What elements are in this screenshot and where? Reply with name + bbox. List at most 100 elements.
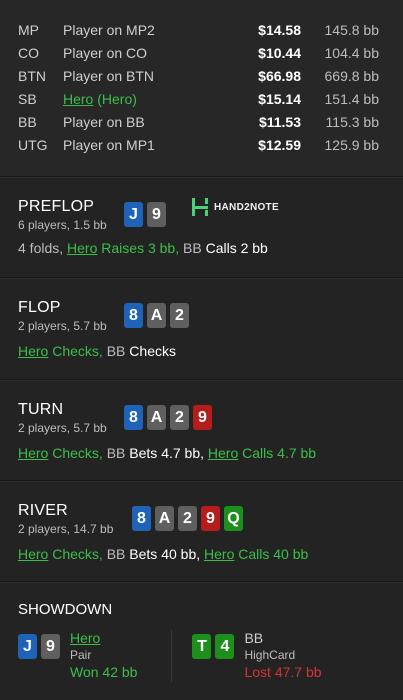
player-position: BB — [18, 113, 37, 130]
player-stack-bb: 125.9 bb — [324, 136, 380, 153]
showdown-title: SHOWDOWN — [18, 601, 113, 618]
card: 9 — [201, 506, 220, 531]
player-stack: $11.53 — [258, 113, 301, 130]
street-title: PREFLOP — [18, 198, 95, 215]
street-actions: Hero Checks, BB Bets 40 bb, Hero Calls 4… — [18, 546, 385, 562]
player-row: UTG Player on MP1 $12.59 125.9 bb — [0, 133, 403, 156]
player-position: CO — [18, 44, 39, 61]
player-stack-bb: 151.4 bb — [324, 90, 380, 107]
board-cards: 8 A 2 — [124, 303, 189, 328]
hand-rank: HighCard — [244, 648, 296, 662]
card: 9 — [193, 405, 212, 430]
street-title: RIVER — [18, 502, 68, 519]
hero-link[interactable]: Hero — [18, 445, 48, 461]
card: J — [124, 202, 143, 227]
player-stack-bb: 115.3 bb — [325, 113, 379, 130]
player-stack: $10.44 — [258, 44, 301, 61]
player-position: SB — [18, 90, 37, 107]
player-row: BB Player on BB $11.53 115.3 bb — [0, 110, 403, 133]
street-actions: 4 folds, Hero Raises 3 bb, BB Calls 2 bb — [18, 240, 385, 256]
player-position: UTG — [18, 136, 48, 153]
result-text: Lost 47.7 bb — [244, 664, 322, 680]
action-player: BB — [183, 240, 206, 256]
player-name: Hero (Hero) — [63, 91, 231, 107]
card: 2 — [170, 303, 189, 328]
action-text: Checks, — [48, 445, 107, 461]
street-subtitle: 6 players, 1.5 bb — [18, 218, 107, 232]
board-cards: 8 A 2 9 Q — [132, 506, 243, 531]
showdown-hero: J 9 Hero Pair Won 42 bb — [18, 630, 137, 682]
player-name: Player on BTN — [63, 67, 155, 84]
action-text: Raises 3 bb, — [97, 240, 183, 256]
hand-history-panel: MP Player on MP2 $14.58 145.8 bb CO Play… — [0, 0, 403, 700]
player-row: MP Player on MP2 $14.58 145.8 bb — [0, 18, 403, 41]
action-text: Checks, — [48, 546, 107, 562]
street-title: FLOP — [18, 299, 61, 316]
player-position: MP — [18, 21, 39, 38]
hero-suffix: (Hero) — [93, 90, 137, 107]
card: 8 — [124, 303, 143, 328]
hero-link[interactable]: Hero — [67, 240, 97, 256]
player-name: Player on MP1 — [63, 136, 155, 153]
player-row-hero: SB Hero (Hero) $15.14 151.4 bb — [0, 87, 403, 110]
player-stack: $15.14 — [258, 90, 301, 107]
showdown-villain: T 4 BB HighCard Lost 47.7 bb — [192, 630, 322, 682]
h2n-logo-icon — [192, 198, 208, 216]
card: 9 — [147, 202, 166, 227]
player-stack-bb: 669.8 bb — [324, 67, 380, 84]
card: A — [155, 506, 174, 531]
street-subtitle: 2 players, 14.7 bb — [18, 522, 114, 536]
action-text: 4 folds, — [18, 240, 68, 256]
player-row: BTN Player on BTN $66.98 669.8 bb — [0, 64, 403, 87]
action-player: BB — [106, 546, 130, 562]
player-stack: $12.59 — [258, 136, 301, 153]
action-text: Calls 2 bb — [205, 240, 268, 256]
street-flop: FLOP 2 players, 5.7 bb 8 A 2 Hero Checks… — [0, 278, 403, 380]
action-text: Bets 40 bb, — [129, 546, 205, 562]
hole-cards: T 4 — [192, 634, 235, 659]
player-name: Player on MP2 — [63, 21, 155, 38]
card: 8 — [124, 405, 143, 430]
street-preflop: PREFLOP 6 players, 1.5 bb J 9 HAND2NOTE … — [0, 177, 403, 278]
card: T — [192, 634, 212, 659]
hero-link[interactable]: Hero — [63, 91, 93, 107]
player-stack: $14.58 — [258, 21, 301, 38]
street-subtitle: 2 players, 5.7 bb — [18, 421, 107, 435]
card: Q — [224, 506, 243, 531]
action-text: Checks — [129, 343, 176, 359]
player-row: CO Player on CO $10.44 104.4 bb — [0, 41, 403, 64]
player-stack-bb: 104.4 bb — [324, 44, 380, 61]
hero-link[interactable]: Hero — [208, 445, 238, 461]
card: 8 — [132, 506, 151, 531]
hero-link[interactable]: Hero — [18, 343, 48, 359]
card: A — [147, 303, 166, 328]
hand-rank: Pair — [70, 648, 92, 662]
player-name: Player on CO — [63, 44, 148, 61]
players-table: MP Player on MP2 $14.58 145.8 bb CO Play… — [0, 0, 403, 177]
hero-link[interactable]: Hero — [204, 546, 234, 562]
hole-cards: J 9 — [124, 202, 166, 227]
divider — [171, 630, 173, 682]
card: 2 — [170, 405, 189, 430]
player-name: BB — [244, 630, 264, 646]
card: 9 — [41, 634, 60, 659]
card: J — [18, 634, 37, 659]
street-actions: Hero Checks, BB Bets 4.7 bb, Hero Calls … — [18, 445, 385, 461]
action-player: BB — [106, 343, 130, 359]
action-text: Checks, — [48, 343, 107, 359]
street-subtitle: 2 players, 5.7 bb — [18, 319, 107, 333]
action-text: Calls 4.7 bb — [238, 445, 317, 461]
player-stack: $66.98 — [258, 67, 301, 84]
player-name: Player on BB — [63, 113, 145, 130]
logo-text: HAND2NOTE — [214, 201, 279, 213]
card: 2 — [178, 506, 197, 531]
player-stack-bb: 145.8 bb — [324, 21, 380, 38]
hero-link[interactable]: Hero — [70, 630, 137, 646]
street-turn: TURN 2 players, 5.7 bb 8 A 2 9 Hero Chec… — [0, 380, 403, 481]
action-text: Bets 4.7 bb, — [129, 445, 208, 461]
street-actions: Hero Checks, BB Checks — [18, 343, 385, 359]
hole-cards: J 9 — [18, 634, 60, 659]
hero-link[interactable]: Hero — [18, 546, 48, 562]
action-player: BB — [106, 445, 130, 461]
player-position: BTN — [18, 67, 46, 84]
